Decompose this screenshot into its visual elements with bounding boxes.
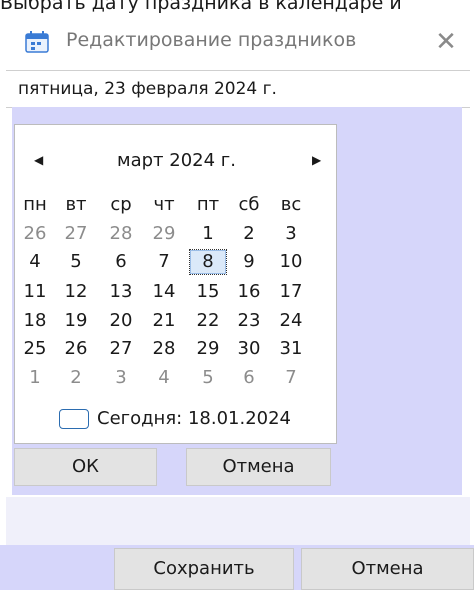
weekday-label: пн <box>23 194 47 215</box>
day-cell[interactable]: 29 <box>146 222 182 246</box>
calendar-dropdown: ◀ март 2024 г. ▶ пн вт ср чт пт сб вс 26 27 28 29… <box>14 124 337 444</box>
day-cell[interactable]: 18 <box>17 309 53 333</box>
caption-text: Выбрать дату праздника в календаре и <box>0 0 402 14</box>
day-cell[interactable]: 5 <box>58 250 94 274</box>
calendar-cancel-button[interactable]: Отмена <box>186 448 331 486</box>
window-title: Редактирование праздников <box>66 29 357 51</box>
day-cell[interactable]: 21 <box>146 309 182 333</box>
weekday-label: чт <box>153 194 175 215</box>
weekday-label: ср <box>110 194 132 215</box>
date-field[interactable]: пятница, 23 февраля 2024 г. <box>6 70 470 108</box>
day-cell[interactable]: 28 <box>146 337 182 361</box>
calendar-header: ◀ март 2024 г. ▶ <box>15 147 338 177</box>
day-cell[interactable]: 12 <box>58 280 94 304</box>
day-cell[interactable]: 22 <box>190 309 226 333</box>
day-cell[interactable]: 2 <box>231 222 267 246</box>
day-cell[interactable]: 1 <box>17 366 53 390</box>
day-cell[interactable]: 30 <box>231 337 267 361</box>
day-cell[interactable]: 3 <box>273 222 309 246</box>
day-cell[interactable]: 4 <box>146 366 182 390</box>
day-cell[interactable]: 28 <box>103 222 139 246</box>
weekday-label: сб <box>238 194 260 215</box>
weekday-label: пт <box>196 194 220 215</box>
day-cell[interactable]: 27 <box>103 337 139 361</box>
close-button[interactable]: ✕ <box>430 26 462 58</box>
calendar-ok-button[interactable]: ОК <box>14 448 157 486</box>
day-cell[interactable]: 9 <box>231 250 267 274</box>
day-cell[interactable]: 31 <box>273 337 309 361</box>
weekday-label: вс <box>280 194 302 215</box>
day-cell[interactable]: 19 <box>58 309 94 333</box>
day-cell[interactable]: 6 <box>103 250 139 274</box>
day-cell[interactable]: 14 <box>146 280 182 304</box>
date-field-value: пятница, 23 февраля 2024 г. <box>18 79 277 99</box>
day-cell[interactable]: 2 <box>58 366 94 390</box>
day-cell[interactable]: 17 <box>273 280 309 304</box>
day-cell[interactable]: 15 <box>190 280 226 304</box>
day-cell[interactable]: 11 <box>17 280 53 304</box>
day-cell[interactable]: 4 <box>17 250 53 274</box>
day-cell-selected[interactable]: 8 <box>189 249 227 275</box>
save-button[interactable]: Сохранить <box>114 548 294 590</box>
day-cell[interactable]: 29 <box>190 337 226 361</box>
day-cell[interactable]: 26 <box>17 222 53 246</box>
day-cell[interactable]: 16 <box>231 280 267 304</box>
day-cell[interactable]: 1 <box>190 222 226 246</box>
today-label: Сегодня: 18.01.2024 <box>97 408 292 429</box>
day-cell[interactable]: 5 <box>190 366 226 390</box>
day-cell[interactable]: 23 <box>231 309 267 333</box>
weekday-header: пн вт ср чт пт сб вс <box>15 193 338 221</box>
day-cell[interactable]: 25 <box>17 337 53 361</box>
month-label[interactable]: март 2024 г. <box>15 147 338 175</box>
empty-area <box>6 497 470 545</box>
day-cell[interactable]: 3 <box>103 366 139 390</box>
day-cell[interactable]: 26 <box>58 337 94 361</box>
day-cell[interactable]: 7 <box>146 250 182 274</box>
day-cell[interactable]: 20 <box>103 309 139 333</box>
calendar-icon <box>25 31 49 53</box>
cancel-button[interactable]: Отмена <box>301 548 474 590</box>
day-cell[interactable]: 13 <box>103 280 139 304</box>
weekday-label: вт <box>65 194 87 215</box>
today-marker <box>59 409 89 429</box>
day-cell[interactable]: 24 <box>273 309 309 333</box>
next-month-button[interactable]: ▶ <box>312 153 321 167</box>
day-cell[interactable]: 10 <box>273 250 309 274</box>
day-cell[interactable]: 27 <box>58 222 94 246</box>
day-cell[interactable]: 6 <box>231 366 267 390</box>
day-cell[interactable]: 7 <box>273 366 309 390</box>
